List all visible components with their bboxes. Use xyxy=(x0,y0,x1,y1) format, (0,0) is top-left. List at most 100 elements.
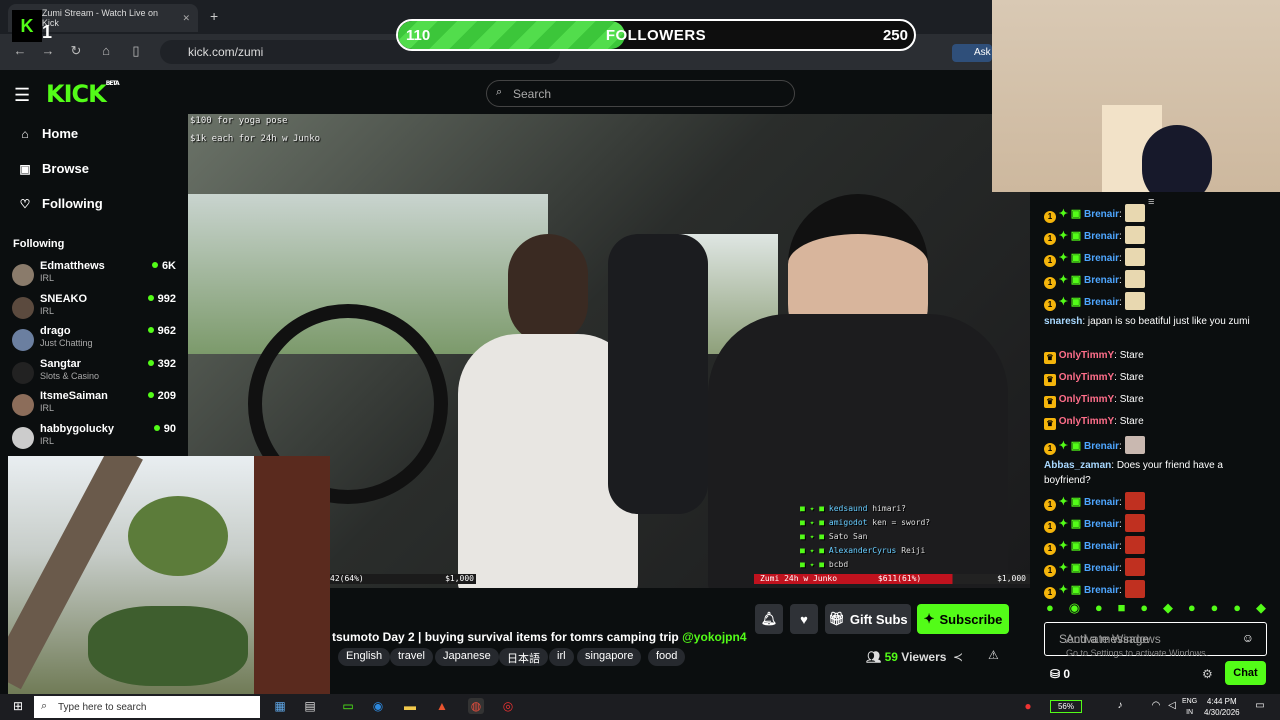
battery-indicator[interactable]: 56% xyxy=(1050,700,1082,713)
following-channel[interactable]: Sangtar Slots & Casino 392 xyxy=(12,358,176,388)
coin-badge-icon: 1 xyxy=(1044,255,1056,267)
ask-button[interactable]: Ask xyxy=(952,44,992,62)
reload-icon[interactable]: ↻ xyxy=(68,43,84,59)
chat-username[interactable]: OnlyTimmY xyxy=(1059,416,1114,427)
chat-emote xyxy=(1124,270,1145,288)
chat-emote xyxy=(1124,204,1145,222)
emote-icon[interactable]: ● xyxy=(1211,600,1219,616)
home-browser-icon[interactable]: ⌂ xyxy=(98,43,114,59)
following-channel[interactable]: Edmatthews IRL 6K xyxy=(12,260,176,290)
emoji-icon[interactable]: ☺ xyxy=(1242,631,1254,645)
site-search-input[interactable]: ⌕ Search xyxy=(486,80,795,107)
notification-bell-button[interactable]: 🔔︎ xyxy=(755,604,783,634)
edge-icon[interactable]: ◉ xyxy=(370,698,386,714)
chat-username[interactable]: Brenair xyxy=(1084,209,1119,220)
stream-tag[interactable]: irl xyxy=(549,648,574,666)
stream-tag[interactable]: Japanese xyxy=(435,648,499,666)
chat-username[interactable]: Brenair xyxy=(1084,519,1119,530)
follow-heart-button[interactable]: ♥ xyxy=(790,604,818,634)
chat-username[interactable]: Brenair xyxy=(1084,563,1119,574)
chat-send-button[interactable]: Chat xyxy=(1225,661,1266,685)
emote-icon[interactable]: ● xyxy=(1046,600,1054,616)
stream-tag[interactable]: travel xyxy=(390,648,433,666)
stream-tag[interactable]: singapore xyxy=(577,648,642,666)
sidebar-item-following[interactable]: ♡ Following xyxy=(18,196,103,211)
subscribe-button[interactable]: ✦ Subscribe xyxy=(917,604,1009,634)
following-channel[interactable]: ItsmeSaiman IRL 209 xyxy=(12,390,176,420)
hamburger-menu-icon[interactable]: ☰ xyxy=(14,85,30,106)
microphone-icon[interactable]: ♪ xyxy=(1112,698,1128,714)
brave-icon[interactable]: ▲ xyxy=(434,698,450,714)
chat-username[interactable]: Brenair xyxy=(1084,541,1119,552)
coin-badge-icon: 1 xyxy=(1044,499,1056,511)
gift-badge-icon: ▣ xyxy=(1070,440,1082,452)
new-tab-button[interactable]: + xyxy=(210,8,218,24)
chat-username[interactable]: OnlyTimmY xyxy=(1059,372,1114,383)
channel-viewers: 6K xyxy=(152,260,176,272)
following-channel[interactable]: drago Just Chatting 962 xyxy=(12,325,176,355)
volume-icon[interactable]: ◁ xyxy=(1164,698,1180,714)
sidebar-item-browse[interactable]: ▣ Browse xyxy=(18,161,89,176)
folder-icon[interactable]: ▬ xyxy=(402,698,418,714)
taskbar-clock[interactable]: 4:44 PM 4/30/2026 xyxy=(1204,696,1240,718)
task-view-icon[interactable]: ▦ xyxy=(272,698,288,714)
stream-tag[interactable]: 日本語 xyxy=(499,648,548,666)
following-channel[interactable]: SNEAKO IRL 992 xyxy=(12,293,176,323)
report-icon[interactable]: ⚠ xyxy=(988,648,999,662)
back-icon[interactable]: ← xyxy=(12,43,28,59)
chat-username[interactable]: OnlyTimmY xyxy=(1059,394,1114,405)
chat-username[interactable]: Brenair xyxy=(1084,497,1119,508)
viewers-icon: 👥︎ xyxy=(866,650,882,664)
chat-username[interactable]: Brenair xyxy=(1084,231,1119,242)
chat-username[interactable]: Brenair xyxy=(1084,585,1119,596)
emote-icon[interactable]: ● xyxy=(1140,600,1148,616)
channel-points[interactable]: ⛁ 0 xyxy=(1050,667,1070,681)
stream-tag[interactable]: food xyxy=(648,648,686,666)
wifi-icon[interactable]: ◠ xyxy=(1148,698,1164,714)
stream-title: tsumoto Day 2 | buying survival items fo… xyxy=(332,630,747,644)
emote-icon[interactable]: ■ xyxy=(1118,600,1126,616)
chrome-icon[interactable]: ◍ xyxy=(468,698,484,714)
emote-icon[interactable]: ● xyxy=(1095,600,1103,616)
split-view-icon[interactable]: ▯ xyxy=(128,43,144,59)
avatar xyxy=(12,426,34,449)
gift-badge-icon: ▣ xyxy=(1070,274,1082,286)
chat-username[interactable]: Brenair xyxy=(1084,253,1119,264)
chat-username[interactable]: Abbas_zaman xyxy=(1044,460,1111,471)
record-icon[interactable]: ● xyxy=(1020,698,1036,714)
chat-username[interactable]: Brenair xyxy=(1084,441,1119,452)
kick-logo[interactable]: KICKBETA xyxy=(46,80,120,108)
chat-username[interactable]: Brenair xyxy=(1084,297,1119,308)
stream-tag[interactable]: English xyxy=(338,648,391,666)
chat-message: 1 ✦ ▣ Brenair: xyxy=(1044,536,1272,555)
emote-icon[interactable]: ◉ xyxy=(1069,600,1080,616)
chat-settings-gear-icon[interactable]: ⚙ xyxy=(1202,667,1213,681)
emote-icon[interactable]: ● xyxy=(1233,600,1241,616)
goal-left-amount: $1,000 xyxy=(445,574,474,583)
mention-link[interactable]: @yokojpn4 xyxy=(682,630,746,644)
share-icon[interactable]: ≺ xyxy=(953,650,963,664)
webcam-door xyxy=(254,456,330,696)
chat-emote xyxy=(1124,580,1145,598)
windows-start-icon[interactable]: ⊞ xyxy=(10,698,26,714)
emote-icon[interactable]: ● xyxy=(1188,600,1196,616)
chat-username[interactable]: OnlyTimmY xyxy=(1059,350,1114,361)
chat-username[interactable]: Brenair xyxy=(1084,275,1119,286)
channel-name: ItsmeSaiman xyxy=(40,390,108,402)
file-icon[interactable]: ▤ xyxy=(302,698,318,714)
language-indicator[interactable]: ENG IN xyxy=(1182,696,1197,718)
chat-username[interactable]: snaresh xyxy=(1044,316,1082,327)
notifications-icon[interactable]: ▭ xyxy=(1252,698,1268,714)
gift-subs-button[interactable]: 🎁︎ Gift Subs xyxy=(825,604,911,634)
obs-icon[interactable]: ◎ xyxy=(500,698,516,714)
close-tab-icon[interactable]: ✕ xyxy=(182,13,190,24)
sidebar-item-home[interactable]: ⌂ Home xyxy=(18,126,78,141)
channel-viewers: 992 xyxy=(148,293,176,305)
emote-icon[interactable]: ◆ xyxy=(1256,600,1266,616)
taskbar-search-input[interactable]: ⌕ Type here to search xyxy=(34,696,260,718)
emote-icon[interactable]: ◆ xyxy=(1163,600,1173,616)
forward-icon[interactable]: → xyxy=(40,43,56,59)
following-channel[interactable]: habbygolucky IRL 90 xyxy=(12,423,176,453)
chat-scroll-icon[interactable]: ≡ xyxy=(1148,196,1154,208)
terminal-icon[interactable]: ▭ xyxy=(340,698,356,714)
